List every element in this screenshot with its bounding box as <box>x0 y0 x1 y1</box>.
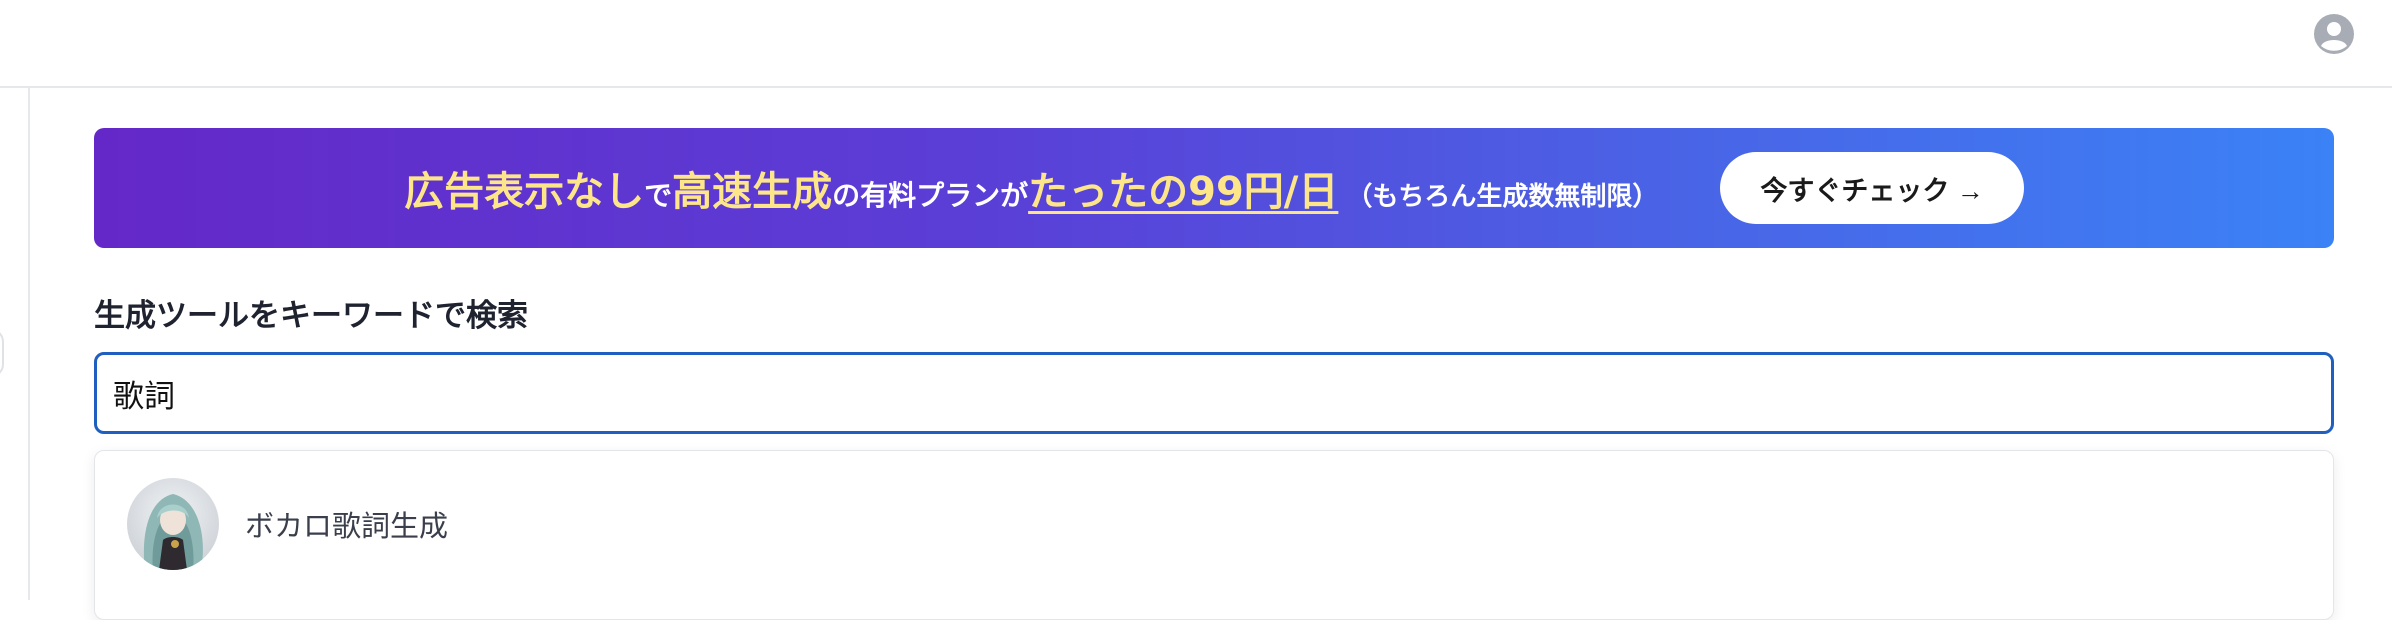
search-label: 生成ツールをキーワードで検索 <box>94 298 528 334</box>
search-results-dropdown: ボカロ歌詞生成 <box>94 450 2334 620</box>
character-avatar-icon <box>127 478 219 570</box>
search-result-item[interactable]: ボカロ歌詞生成 <box>95 451 2333 597</box>
promo-note: （もちろん生成数無制限） <box>1346 182 1659 212</box>
promo-connector: で <box>644 179 673 212</box>
sidebar-edge <box>0 88 30 600</box>
search-input[interactable] <box>94 352 2334 434</box>
account-button[interactable] <box>2313 13 2355 55</box>
top-bar <box>0 0 2392 88</box>
promo-no-ads: 広告表示なし <box>404 169 645 215</box>
promo-fast-generation: 高速生成 <box>672 169 833 215</box>
user-circle-icon <box>2314 14 2354 54</box>
promo-text: 広告表示なし で 高速生成 の有料プランが たったの99円/日 （もちろん生成数… <box>404 159 1658 217</box>
sidebar-toggle[interactable] <box>0 328 4 378</box>
check-now-button[interactable]: 今すぐチェック → <box>1720 152 2024 224</box>
promo-paid-plan: の有料プランが <box>832 179 1029 212</box>
promo-price: たったの99円/日 <box>1028 169 1339 215</box>
result-label: ボカロ歌詞生成 <box>245 509 449 543</box>
promo-banner[interactable]: 広告表示なし で 高速生成 の有料プランが たったの99円/日 （もちろん生成数… <box>94 128 2334 248</box>
